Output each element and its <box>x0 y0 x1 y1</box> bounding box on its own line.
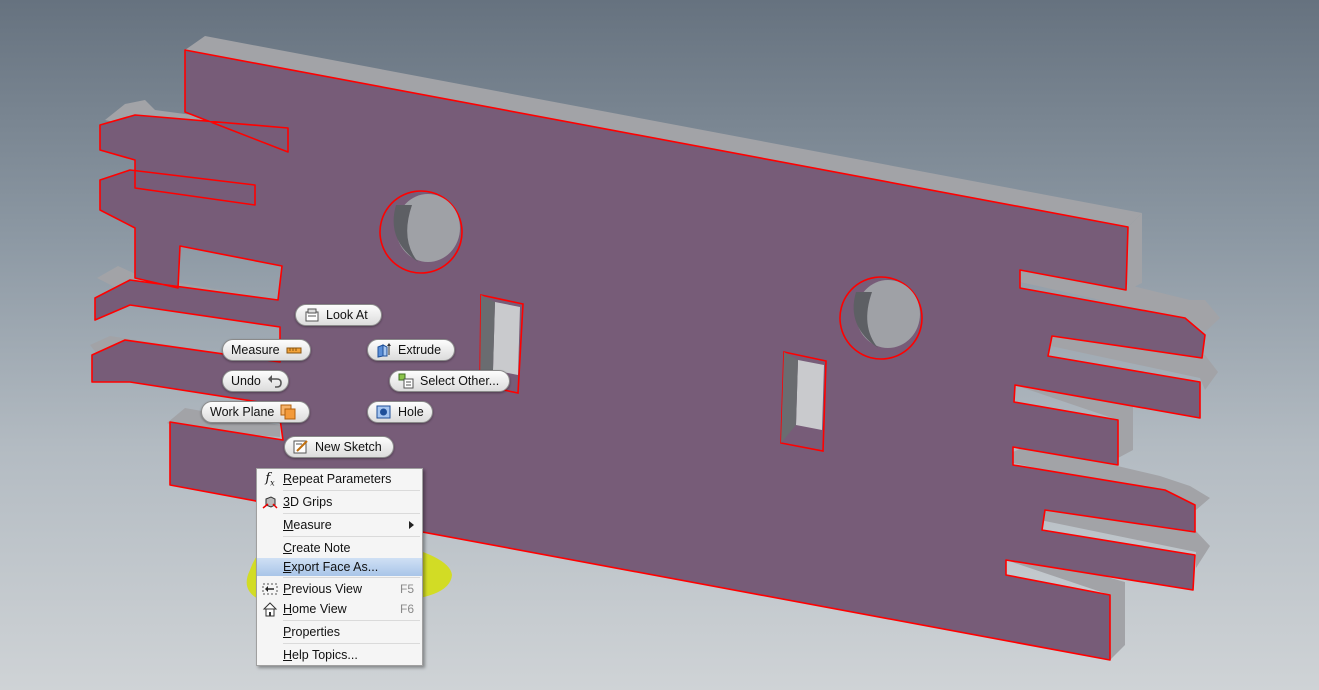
select-other-button[interactable]: Select Other... <box>389 370 510 392</box>
menu-separator <box>283 577 420 578</box>
function-icon: fx <box>265 470 275 488</box>
menu-item-measure[interactable]: Measure <box>257 515 422 535</box>
menu-item-export-face-as[interactable]: Export Face As... <box>257 558 422 576</box>
look-at-button[interactable]: Look At <box>295 304 382 326</box>
new-sketch-icon <box>293 439 309 455</box>
menu-item-3d-grips[interactable]: 3D Grips <box>257 492 422 512</box>
model-viewport[interactable] <box>0 0 1319 690</box>
home-icon <box>257 599 283 619</box>
measure-button[interactable]: Measure <box>222 339 311 361</box>
menu-separator <box>283 536 420 537</box>
grips-icon <box>257 492 283 512</box>
undo-icon <box>267 373 283 389</box>
menu-item-previous-view[interactable]: Previous View F5 <box>257 579 422 599</box>
extrude-button[interactable]: Extrude <box>367 339 455 361</box>
select-other-icon <box>398 373 414 389</box>
slot-right[interactable] <box>780 351 827 452</box>
menu-item-help-topics[interactable]: Help Topics... <box>257 645 422 665</box>
new-sketch-button[interactable]: New Sketch <box>284 436 394 458</box>
menu-separator <box>283 620 420 621</box>
extrude-icon <box>376 342 392 358</box>
previous-view-icon <box>257 579 283 599</box>
menu-separator <box>283 643 420 644</box>
menu-separator <box>283 513 420 514</box>
undo-button[interactable]: Undo <box>222 370 289 392</box>
hole-icon <box>376 404 392 420</box>
hole-button[interactable]: Hole <box>367 401 433 423</box>
context-menu: fx Repeat Parameters 3D Grips Measure Cr… <box>256 468 423 666</box>
look-at-icon <box>304 307 320 323</box>
menu-separator <box>283 490 420 491</box>
menu-item-home-view[interactable]: Home View F6 <box>257 599 422 619</box>
submenu-arrow-icon <box>409 521 414 529</box>
menu-item-properties[interactable]: Properties <box>257 622 422 642</box>
menu-item-create-note[interactable]: Create Note <box>257 538 422 558</box>
work-plane-button[interactable]: Work Plane <box>201 401 310 423</box>
work-plane-icon <box>280 404 296 420</box>
menu-item-repeat-parameters[interactable]: fx Repeat Parameters <box>257 469 422 489</box>
ruler-icon <box>286 342 302 358</box>
